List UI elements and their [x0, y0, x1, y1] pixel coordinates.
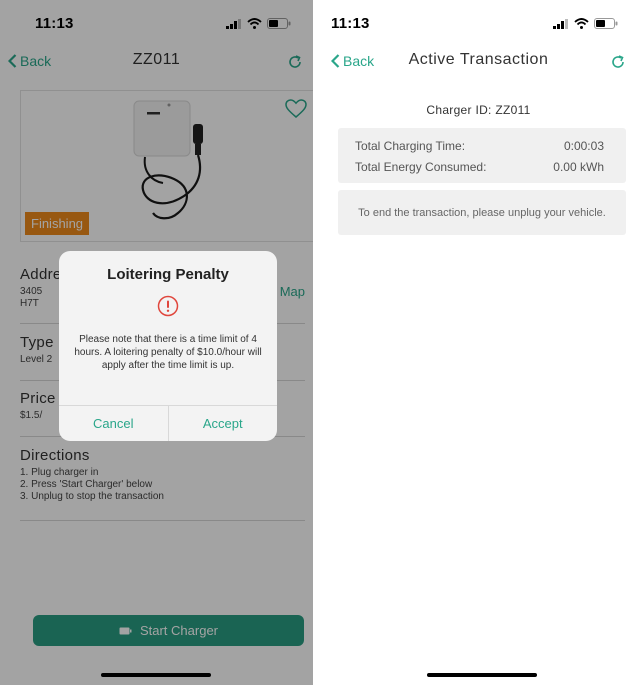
right-screen: 11:13 Back Active Transaction Charger ID…: [313, 0, 626, 685]
signal-icon: [553, 18, 568, 29]
stat-value: 0.00 kWh: [553, 160, 604, 174]
status-bar: 11:13: [313, 0, 626, 46]
unplug-note: To end the transaction, please unplug yo…: [338, 190, 626, 235]
system-icons: [553, 18, 618, 29]
stat-value: 0:00:03: [563, 139, 604, 153]
unplug-note-text: To end the transaction, please unplug yo…: [358, 206, 606, 219]
wifi-icon: [574, 18, 589, 29]
loitering-penalty-dialog: Loitering Penalty Please note that there…: [59, 251, 277, 441]
dialog-actions: Cancel Accept: [59, 405, 277, 441]
stat-label: Total Energy Consumed:: [355, 160, 487, 174]
left-screen: 11:13 Back ZZ011 Finishing Address 3405: [0, 0, 313, 685]
stat-row: Total Energy Consumed: 0.00 kWh: [355, 160, 604, 174]
home-indicator: [427, 673, 537, 677]
transaction-stats: Total Charging Time: 0:00:03 Total Energ…: [338, 128, 626, 183]
nav-bar: Back Active Transaction: [313, 46, 626, 78]
battery-icon: [594, 18, 618, 29]
accept-button[interactable]: Accept: [167, 406, 278, 441]
charger-id: Charger ID: ZZ011: [426, 103, 531, 117]
status-time: 11:13: [331, 15, 370, 32]
stat-row: Total Charging Time: 0:00:03: [355, 139, 604, 153]
stat-label: Total Charging Time:: [355, 139, 466, 153]
dialog-message: Please note that there is a time limit o…: [74, 334, 262, 371]
alert-icon: [157, 295, 179, 317]
refresh-icon[interactable]: [610, 54, 626, 70]
cancel-button[interactable]: Cancel: [59, 406, 168, 441]
page-title: Active Transaction: [408, 51, 549, 68]
dialog-title: Loitering Penalty: [107, 266, 229, 283]
